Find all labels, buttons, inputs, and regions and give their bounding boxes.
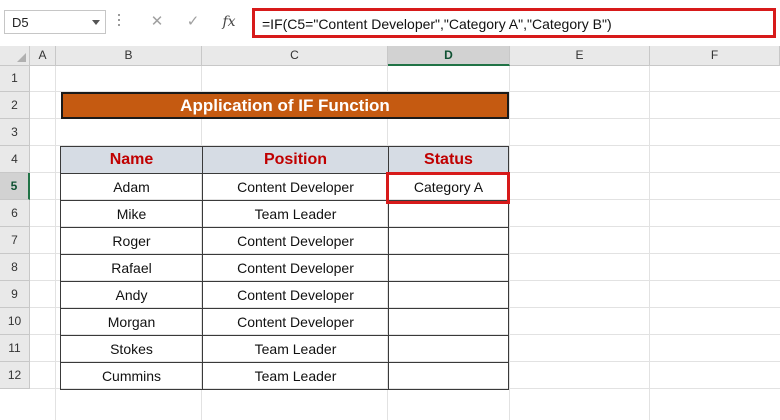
row-header-7[interactable]: 7	[0, 227, 30, 254]
name-cell[interactable]: Mike	[60, 200, 203, 228]
row-header-5[interactable]: 5	[0, 173, 30, 200]
position-cell[interactable]: Content Developer	[202, 173, 389, 201]
sheet-title: Application of IF Function	[61, 92, 509, 119]
gridline	[509, 66, 510, 420]
row-header-11[interactable]: 11	[0, 335, 30, 362]
position-cell[interactable]: Team Leader	[202, 335, 389, 363]
table-row: Mike Team Leader	[60, 200, 509, 228]
row-header-12[interactable]: 12	[0, 362, 30, 389]
formula-bar: D5 ✕ ✓ fx =IF(C5="Content Developer","Ca…	[0, 0, 780, 46]
dropdown-arrow-icon[interactable]	[92, 20, 100, 25]
position-cell[interactable]: Content Developer	[202, 308, 389, 336]
header-status[interactable]: Status	[388, 146, 509, 174]
status-cell[interactable]	[388, 200, 509, 228]
table-header-row: Name Position Status	[60, 146, 509, 174]
position-cell[interactable]: Content Developer	[202, 281, 389, 309]
formula-text: =IF(C5="Content Developer","Category A",…	[262, 16, 612, 32]
row-header-10[interactable]: 10	[0, 308, 30, 335]
header-position[interactable]: Position	[202, 146, 389, 174]
splitter-handle-icon[interactable]	[118, 14, 121, 30]
name-cell[interactable]: Roger	[60, 227, 203, 255]
status-cell[interactable]	[388, 362, 509, 390]
name-cell[interactable]: Adam	[60, 173, 203, 201]
gridline	[55, 66, 56, 420]
function-icon[interactable]: fx	[216, 11, 242, 33]
name-box[interactable]: D5	[4, 10, 106, 34]
select-all-icon	[17, 53, 26, 62]
status-cell[interactable]	[388, 281, 509, 309]
position-cell[interactable]: Team Leader	[202, 362, 389, 390]
name-cell[interactable]: Morgan	[60, 308, 203, 336]
select-all-button[interactable]	[0, 46, 30, 66]
active-cell-highlight	[386, 172, 510, 204]
table-row: Roger Content Developer	[60, 227, 509, 255]
status-cell[interactable]	[388, 227, 509, 255]
cancel-icon[interactable]: ✕	[144, 11, 170, 33]
name-box-value: D5	[12, 15, 29, 30]
gridline	[649, 66, 650, 420]
position-cell[interactable]: Content Developer	[202, 227, 389, 255]
row-header-1[interactable]: 1	[0, 66, 30, 92]
name-cell[interactable]: Rafael	[60, 254, 203, 282]
table-row: Andy Content Developer	[60, 281, 509, 309]
column-header-f[interactable]: F	[650, 46, 780, 66]
status-cell[interactable]	[388, 335, 509, 363]
enter-icon[interactable]: ✓	[180, 11, 206, 33]
table-row: Stokes Team Leader	[60, 335, 509, 363]
column-header-d[interactable]: D	[388, 46, 510, 66]
column-header-b[interactable]: B	[56, 46, 202, 66]
row-header-9[interactable]: 9	[0, 281, 30, 308]
name-cell[interactable]: Stokes	[60, 335, 203, 363]
name-cell[interactable]: Cummins	[60, 362, 203, 390]
table-row: Morgan Content Developer	[60, 308, 509, 336]
formula-input[interactable]: =IF(C5="Content Developer","Category A",…	[252, 8, 776, 38]
column-header-e[interactable]: E	[510, 46, 650, 66]
status-cell[interactable]	[388, 308, 509, 336]
row-header-3[interactable]: 3	[0, 119, 30, 146]
position-cell[interactable]: Content Developer	[202, 254, 389, 282]
row-header-6[interactable]: 6	[0, 200, 30, 227]
status-cell[interactable]	[388, 254, 509, 282]
column-header-c[interactable]: C	[202, 46, 388, 66]
table-row: Rafael Content Developer	[60, 254, 509, 282]
position-cell[interactable]: Team Leader	[202, 200, 389, 228]
row-header-2[interactable]: 2	[0, 92, 30, 119]
row-header-8[interactable]: 8	[0, 254, 30, 281]
row-header-4[interactable]: 4	[0, 146, 30, 173]
header-name[interactable]: Name	[60, 146, 203, 174]
column-header-a[interactable]: A	[30, 46, 56, 66]
name-cell[interactable]: Andy	[60, 281, 203, 309]
table-row: Cummins Team Leader	[60, 362, 509, 390]
